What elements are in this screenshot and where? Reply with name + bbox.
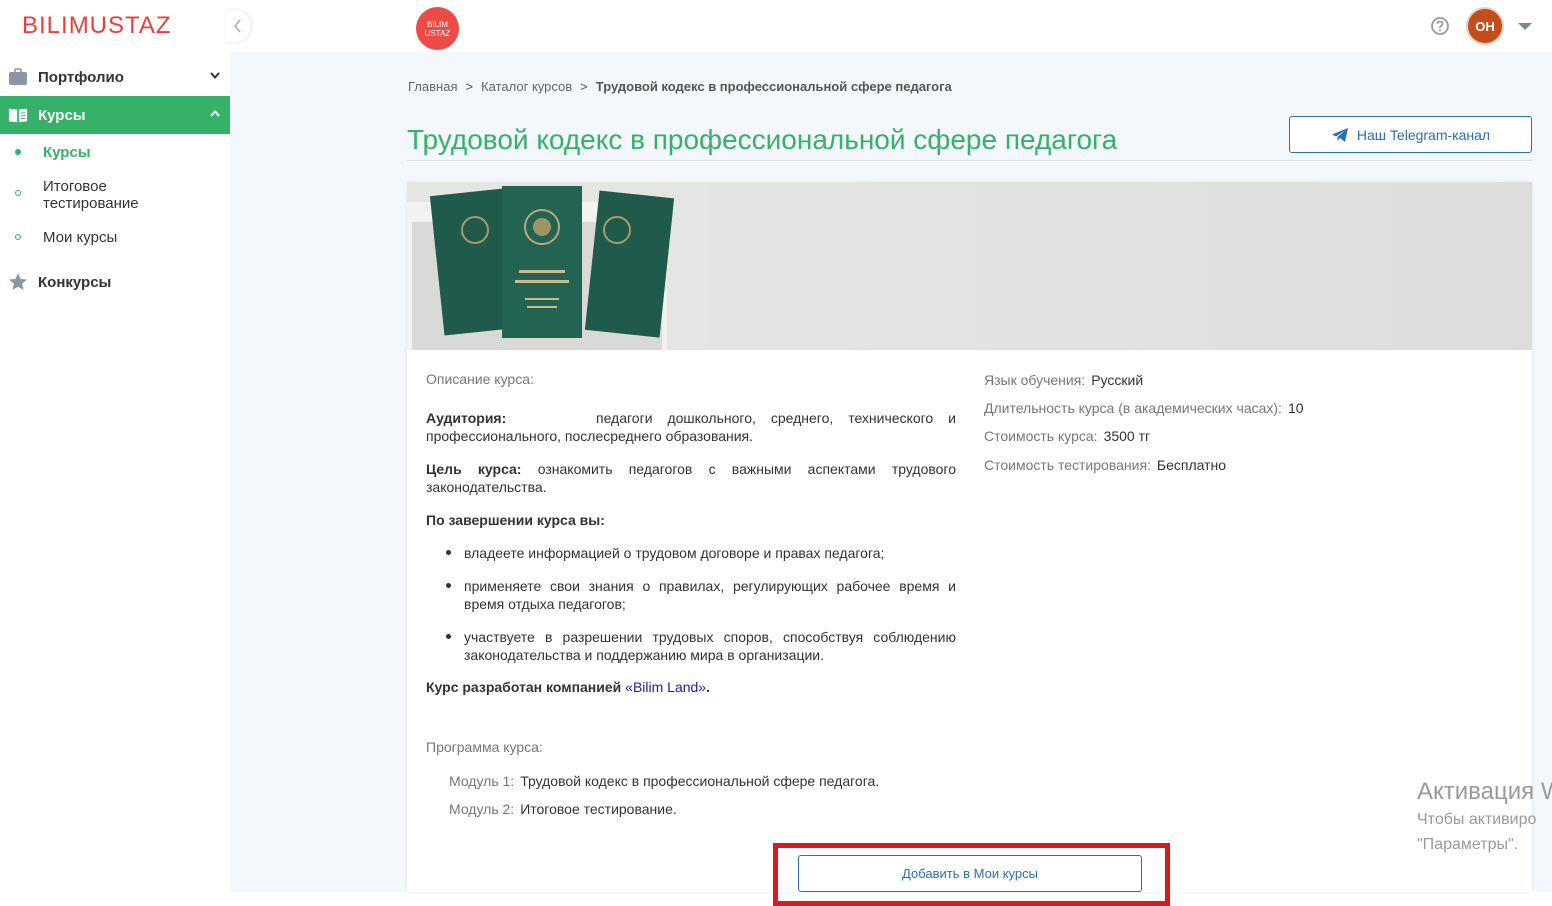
chevron-left-icon bbox=[234, 19, 241, 33]
activation-watermark-line: Чтобы активиро bbox=[1417, 811, 1537, 828]
bullet-icon bbox=[15, 234, 21, 240]
bullet-icon bbox=[446, 583, 451, 588]
module-row: Модуль 2: Итоговое тестирование. bbox=[449, 801, 677, 817]
module-row: Модуль 1: Трудовой кодекс в профессиональ… bbox=[449, 773, 879, 789]
activation-watermark-line: "Параметры". bbox=[1417, 836, 1519, 853]
bullet-icon bbox=[15, 190, 21, 196]
sidebar-collapse-button[interactable] bbox=[225, 10, 251, 42]
chevron-down-icon bbox=[210, 72, 220, 79]
module-key: Модуль 1: bbox=[449, 773, 515, 789]
info-test-price: Стоимость тестирования: Бесплатно bbox=[984, 457, 1226, 473]
center-logo-line2: USTAZ bbox=[424, 28, 451, 38]
star-icon bbox=[9, 273, 27, 290]
info-value: Бесплатно bbox=[1156, 457, 1227, 473]
center-logo-line1: BILIM bbox=[427, 19, 448, 29]
info-key: Длительность курса (в академических часа… bbox=[984, 400, 1282, 416]
description-label: Описание курса: bbox=[426, 371, 534, 387]
info-key: Стоимость курса: bbox=[984, 428, 1098, 444]
goal-label: Цель курса: bbox=[426, 461, 522, 477]
sidebar-item-portfolio[interactable]: Портфолио bbox=[0, 58, 230, 96]
info-language: Язык обучения: Русский bbox=[984, 372, 1143, 388]
telegram-channel-button[interactable]: Наш Telegram-канал bbox=[1289, 116, 1532, 153]
list-item: применяете свои знания о правилах, регул… bbox=[426, 577, 956, 613]
sidebar-item-label: Портфолио bbox=[38, 68, 124, 86]
sidebar-subitem-label: Мои курсы bbox=[43, 229, 118, 246]
sidebar-item-label: Конкурсы bbox=[38, 273, 112, 291]
breadcrumb-current: Трудовой кодекс в профессиональной сфере… bbox=[595, 79, 952, 94]
developer-suffix: . bbox=[706, 679, 710, 695]
list-item: участвуете в разрешении трудовых споров,… bbox=[426, 628, 956, 664]
goal-paragraph: Цель курса: ознакомить педагогов с важны… bbox=[426, 460, 956, 496]
module-value: Итоговое тестирование. bbox=[520, 801, 677, 817]
bilim-land-link[interactable]: «Bilim Land» bbox=[625, 679, 706, 695]
telegram-icon bbox=[1331, 127, 1348, 142]
chevron-up-icon bbox=[210, 110, 220, 117]
module-key: Модуль 2: bbox=[449, 801, 515, 817]
help-icon[interactable] bbox=[1430, 16, 1450, 36]
avatar[interactable]: OH bbox=[1466, 7, 1504, 45]
breadcrumb-catalog[interactable]: Каталог курсов bbox=[481, 79, 572, 94]
breadcrumb: Главная > Каталог курсов > Трудовой коде… bbox=[408, 79, 952, 94]
add-to-my-courses-button[interactable]: Добавить в Мои курсы bbox=[798, 855, 1142, 892]
outcome-text: участвуете в разрешении трудовых споров,… bbox=[464, 629, 956, 663]
info-value: 10 bbox=[1287, 400, 1304, 416]
sidebar-subitem-courses[interactable]: Курсы bbox=[0, 144, 230, 164]
sidebar-item-label: Курсы bbox=[38, 106, 86, 124]
briefcase-icon bbox=[9, 68, 27, 85]
sidebar-subitem-my-courses[interactable]: Мои курсы bbox=[0, 229, 230, 249]
sidebar-item-courses[interactable]: Курсы bbox=[0, 96, 230, 134]
bullet-icon bbox=[446, 634, 451, 639]
audience-label: Аудитория: bbox=[426, 410, 507, 426]
sidebar-subitem-label: Курсы bbox=[43, 144, 91, 161]
outcome-text: владеете информацией о трудовом договоре… bbox=[464, 545, 885, 561]
top-header: BILIMUSTAZ BILIM USTAZ OH bbox=[0, 0, 1552, 52]
info-duration: Длительность курса (в академических часа… bbox=[984, 400, 1304, 416]
info-value: Русский bbox=[1091, 372, 1144, 388]
developer-line: Курс разработан компанией «Bilim Land». bbox=[426, 679, 710, 695]
module-value: Трудовой кодекс в профессиональной сфере… bbox=[520, 773, 880, 789]
info-key: Язык обучения: bbox=[984, 372, 1086, 388]
title-divider bbox=[407, 160, 1532, 161]
developer-prefix: Курс разработан компанией bbox=[426, 679, 626, 695]
sidebar-subitem-final-test[interactable]: Итоговое тестирование bbox=[0, 178, 230, 214]
info-value: 3500 тг bbox=[1103, 428, 1151, 444]
breadcrumb-separator: > bbox=[465, 79, 474, 94]
sidebar-item-contests[interactable]: Конкурсы bbox=[0, 263, 230, 301]
center-logo[interactable]: BILIM USTAZ bbox=[416, 7, 459, 50]
info-price: Стоимость курса: 3500 тг bbox=[984, 428, 1150, 444]
page-title: Трудовой кодекс в профессиональной сфере… bbox=[407, 124, 1118, 155]
bullet-icon bbox=[446, 550, 451, 555]
breadcrumb-separator: > bbox=[580, 79, 588, 94]
outcome-text: применяете свои знания о правилах, регул… bbox=[464, 578, 956, 612]
program-label: Программа курса: bbox=[426, 739, 543, 755]
course-banner-image bbox=[407, 182, 1532, 350]
telegram-button-label: Наш Telegram-канал bbox=[1356, 126, 1491, 143]
audience-text: педагоги дошкольного, среднего, техничес… bbox=[426, 410, 956, 444]
bullet-active-icon bbox=[15, 149, 21, 155]
list-item: владеете информацией о трудовом договоре… bbox=[426, 544, 956, 562]
bilimustaz-logo[interactable]: BILIMUSTAZ bbox=[22, 12, 172, 40]
book-icon bbox=[8, 108, 28, 123]
breadcrumb-home[interactable]: Главная bbox=[408, 79, 457, 94]
caret-down-icon[interactable] bbox=[1517, 22, 1533, 31]
outcomes-title: По завершении курса вы: bbox=[426, 512, 605, 528]
activation-watermark-title: Активация W bbox=[1417, 778, 1552, 805]
audience-paragraph: Аудитория: педагоги дошкольного, среднег… bbox=[426, 409, 956, 445]
sidebar: Портфолио Курсы Курсы Итоговое тестирова… bbox=[0, 52, 230, 892]
labor-books-illustration bbox=[407, 182, 707, 350]
sidebar-subitem-label: Итоговое тестирование bbox=[43, 178, 139, 212]
info-key: Стоимость тестирования: bbox=[984, 457, 1151, 473]
